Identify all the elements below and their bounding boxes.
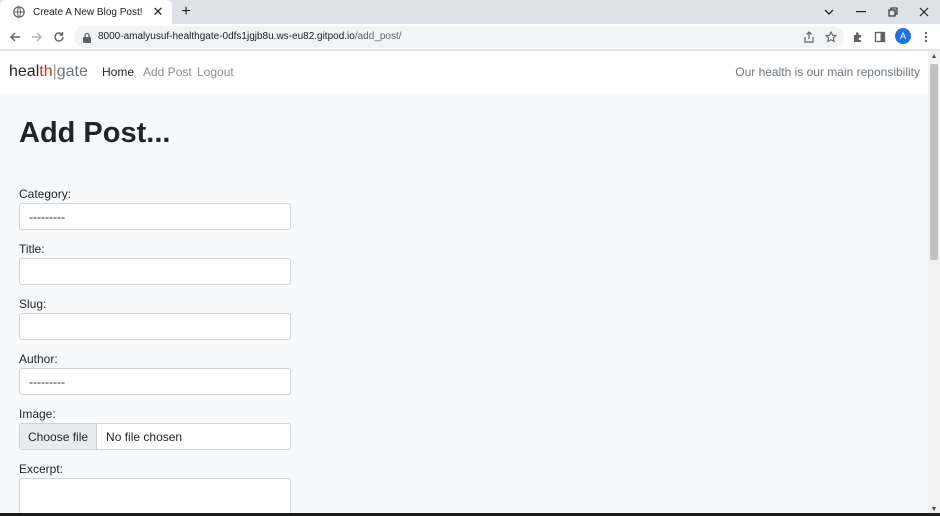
image-file-input[interactable]: Choose file No file chosen [19, 423, 291, 450]
minimize-icon[interactable] [846, 0, 876, 24]
bookmark-star-icon[interactable] [824, 30, 838, 44]
page-viewport: health|gate Home Add Post Logout Our hea… [0, 51, 928, 516]
site-navbar: health|gate Home Add Post Logout Our hea… [0, 51, 928, 93]
back-arrow-icon[interactable] [7, 29, 23, 45]
site-tagline: Our health is our main reponsibility [735, 65, 920, 79]
tab-title: Create A New Blog Post! [33, 6, 143, 18]
profile-avatar[interactable]: A [895, 28, 911, 44]
globe-icon [12, 6, 25, 19]
page-scrollbar[interactable]: ▲ ▼ [928, 51, 940, 516]
nav-link-home[interactable]: Home [102, 65, 134, 79]
brand-part1: heal [9, 63, 40, 80]
brand-part2: th [39, 63, 53, 80]
scroll-up-arrow-icon[interactable]: ▲ [930, 53, 938, 61]
menu-kebab-icon[interactable] [918, 29, 934, 45]
author-select[interactable]: --------- [19, 368, 291, 395]
extensions-icon[interactable] [850, 29, 866, 45]
category-label: Category: [19, 187, 72, 201]
restore-icon[interactable] [878, 0, 908, 24]
address-bar[interactable]: 8000-amalyusuf-healthgate-0dfs1jgjb8u.ws… [74, 26, 844, 48]
author-label: Author: [19, 352, 58, 366]
title-label: Title: [19, 242, 45, 256]
close-tab-icon[interactable]: ✕ [150, 4, 166, 20]
close-window-icon[interactable] [909, 0, 939, 24]
tab-strip: Create A New Blog Post! ✕ + [0, 0, 940, 24]
brand-part3: gate [56, 63, 88, 80]
page-title: Add Post... [19, 117, 171, 149]
side-panel-icon[interactable] [872, 29, 888, 45]
file-status-text: No file chosen [106, 429, 183, 444]
excerpt-label: Excerpt: [19, 462, 64, 476]
title-input[interactable] [19, 258, 291, 285]
nav-link-add-post[interactable]: Add Post [143, 65, 192, 79]
excerpt-textarea[interactable] [19, 478, 291, 516]
slug-label: Slug: [19, 297, 47, 311]
nav-link-logout[interactable]: Logout [197, 65, 234, 79]
url-text[interactable]: 8000-amalyusuf-healthgate-0dfs1jgjb8u.ws… [98, 31, 402, 42]
image-label: Image: [19, 407, 56, 421]
lock-icon[interactable] [82, 31, 94, 43]
browser-toolbar: 8000-amalyusuf-healthgate-0dfs1jgjb8u.ws… [0, 24, 940, 50]
scroll-thumb[interactable] [930, 64, 938, 260]
reload-icon[interactable] [51, 29, 67, 45]
choose-file-button[interactable]: Choose file [20, 424, 98, 449]
url-path: /add_post/ [354, 31, 402, 42]
new-tab-button[interactable]: + [178, 4, 194, 20]
browser-tab[interactable]: Create A New Blog Post! ✕ [0, 0, 172, 24]
forward-arrow-icon[interactable] [29, 29, 45, 45]
url-host: 8000-amalyusuf-healthgate-0dfs1jgjb8u.ws… [98, 31, 355, 42]
slug-input[interactable] [19, 313, 291, 340]
brand-logo[interactable]: health|gate [9, 63, 88, 81]
tab-search-icon[interactable] [814, 0, 844, 24]
category-select[interactable]: --------- [19, 203, 291, 230]
share-icon[interactable] [802, 30, 816, 44]
